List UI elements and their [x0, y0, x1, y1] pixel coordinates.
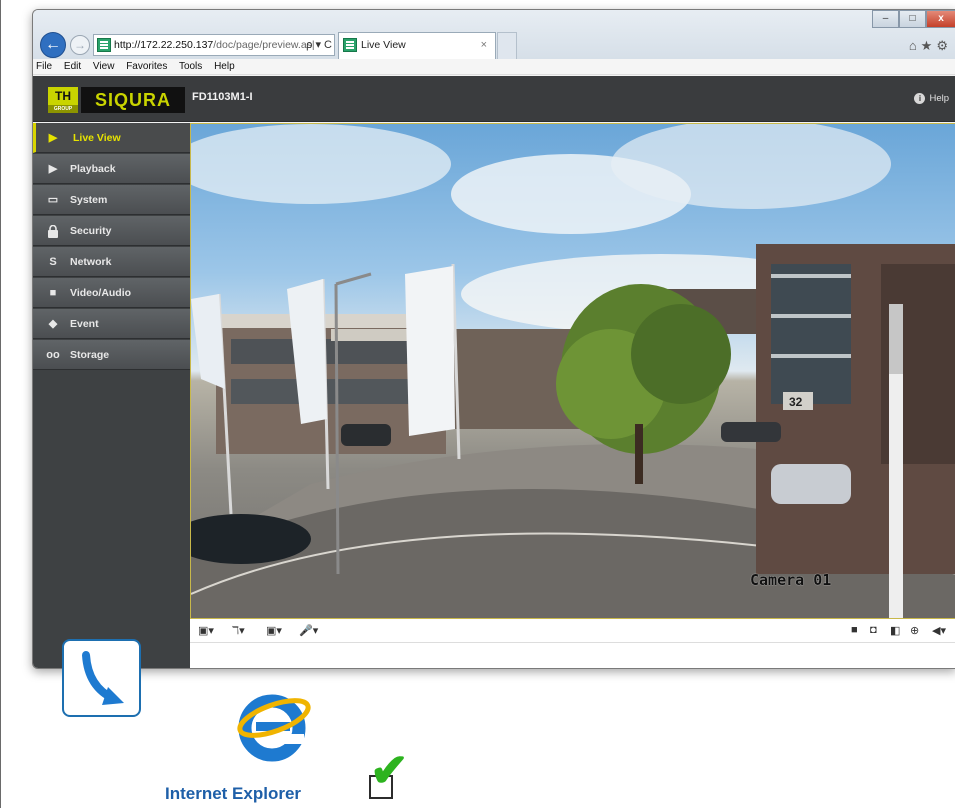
- live-video-stream[interactable]: 32 Camera 01: [190, 123, 955, 619]
- sidebar-item-event[interactable]: ◆ Event: [33, 309, 190, 339]
- camera-scene-image: 32: [191, 124, 955, 618]
- sidebar-item-label: System: [70, 194, 108, 206]
- menu-help[interactable]: Help: [214, 61, 235, 72]
- tab-favicon-icon: [343, 38, 357, 52]
- forward-button[interactable]: →: [70, 35, 90, 55]
- sidebar-item-label: Video/Audio: [70, 287, 132, 299]
- sidebar-nav: ▶ Live View ▶ Playback ▭ System Security…: [33, 123, 190, 668]
- event-icon: ◆: [48, 318, 58, 330]
- home-favorites-settings-icons[interactable]: ⌂★⚙: [909, 38, 952, 54]
- close-button[interactable]: x: [926, 10, 955, 28]
- help-label: Help: [929, 93, 949, 104]
- microphone-dropdown[interactable]: 🎤▾: [299, 624, 318, 637]
- address-path: /doc/page/preview.as|: [213, 39, 315, 51]
- help-info-icon: i: [914, 93, 926, 104]
- video-camera-icon: ■: [49, 287, 57, 299]
- digital-zoom-button[interactable]: ⊕: [910, 624, 919, 637]
- sidebar-item-system[interactable]: ▭ System: [33, 185, 190, 215]
- device-name: FD1103M1-I: [192, 91, 253, 103]
- address-tools[interactable]: ρ ▾ C: [306, 35, 332, 55]
- help-link[interactable]: i Help: [914, 93, 949, 104]
- app-header: TH GROUP SIQURA FD1103M1-I i Help: [33, 76, 955, 122]
- tab-close-icon[interactable]: ×: [481, 33, 487, 58]
- stream-type-dropdown[interactable]: ℸ▾: [232, 624, 245, 637]
- stop-all-button[interactable]: ■: [851, 624, 858, 636]
- new-tab-button[interactable]: [497, 32, 517, 59]
- window-controls: – □ x: [872, 10, 955, 28]
- sidebar-item-label: Live View: [73, 132, 121, 144]
- ie-logo-icon: [237, 694, 311, 762]
- sidebar-item-video-audio[interactable]: ■ Video/Audio: [33, 278, 190, 308]
- logo-th-text: TH: [55, 89, 71, 103]
- window-layout-dropdown[interactable]: ▣▾: [198, 624, 214, 637]
- th-group-logo: TH GROUP: [48, 87, 78, 113]
- building-number: 32: [789, 395, 803, 409]
- menu-favorites[interactable]: Favorites: [126, 61, 167, 72]
- volume-dropdown[interactable]: ◀▾: [932, 624, 946, 637]
- tab-title: Live View: [361, 39, 406, 51]
- sidebar-item-security[interactable]: Security: [33, 216, 190, 246]
- tab-live-view[interactable]: Live View ×: [338, 32, 496, 59]
- checkmark-icon: ✔: [370, 744, 409, 796]
- maximize-button[interactable]: □: [899, 10, 926, 28]
- network-icon: S: [49, 256, 57, 268]
- minimize-button[interactable]: –: [872, 10, 899, 28]
- live-view-panel: 32 Camera 01 ▣▾ ℸ▾ ▣▾ 🎤▾ ■ ◘ ◧ ⊕ ◀▾: [190, 123, 955, 668]
- playback-icon: ▶: [48, 163, 58, 175]
- address-bar[interactable]: http://172.22.250.137/doc/page/preview.a…: [93, 34, 335, 56]
- browser-window: ← → http://172.22.250.137/doc/page/previ…: [32, 9, 955, 669]
- sidebar-item-label: Playback: [70, 163, 116, 175]
- menu-edit[interactable]: Edit: [64, 61, 81, 72]
- sidebar-item-label: Network: [70, 256, 112, 268]
- sidebar-item-label: Security: [70, 225, 112, 237]
- snapshot-button[interactable]: ◘: [870, 624, 877, 636]
- siqura-logo: SIQURA: [81, 87, 185, 113]
- sidebar-item-network[interactable]: S Network: [33, 247, 190, 277]
- ie-label: Internet Explorer: [165, 784, 302, 803]
- logo-group-text: GROUP: [48, 105, 78, 113]
- address-host: http://172.22.250.137: [114, 39, 214, 51]
- internet-explorer-logo: [234, 688, 312, 764]
- play-triangle-icon: ▶: [48, 132, 58, 144]
- back-button[interactable]: ←: [40, 32, 66, 58]
- sidebar-item-label: Event: [70, 318, 99, 330]
- menu-view[interactable]: View: [93, 61, 115, 72]
- sidebar-item-playback[interactable]: ▶ Playback: [33, 154, 190, 184]
- plugin-dropdown[interactable]: ▣▾: [266, 624, 282, 637]
- sidebar-item-label: Storage: [70, 349, 110, 361]
- screenshot-stage: ← → http://172.22.250.137/doc/page/previ…: [0, 0, 955, 808]
- browser-titlebar: ← → http://172.22.250.137/doc/page/previ…: [33, 10, 955, 59]
- system-icon: ▭: [47, 194, 59, 206]
- lock-icon: [46, 224, 60, 238]
- sidebar-item-storage[interactable]: oo Storage: [33, 340, 190, 370]
- curved-arrow-icon: [82, 651, 124, 705]
- menu-file[interactable]: File: [36, 61, 52, 72]
- site-favicon-icon: [97, 38, 111, 52]
- storage-icon: oo: [46, 349, 60, 361]
- menu-tools[interactable]: Tools: [179, 61, 202, 72]
- sidebar-item-live-view[interactable]: ▶ Live View: [33, 123, 190, 153]
- record-button[interactable]: ◧: [890, 624, 900, 637]
- live-view-toolbar: ▣▾ ℸ▾ ▣▾ 🎤▾ ■ ◘ ◧ ⊕ ◀▾: [190, 619, 955, 643]
- return-arrow-badge: [62, 639, 141, 717]
- menu-bar: File Edit View Favorites Tools Help: [33, 59, 955, 75]
- camera-osd-label: Camera 01: [750, 571, 832, 589]
